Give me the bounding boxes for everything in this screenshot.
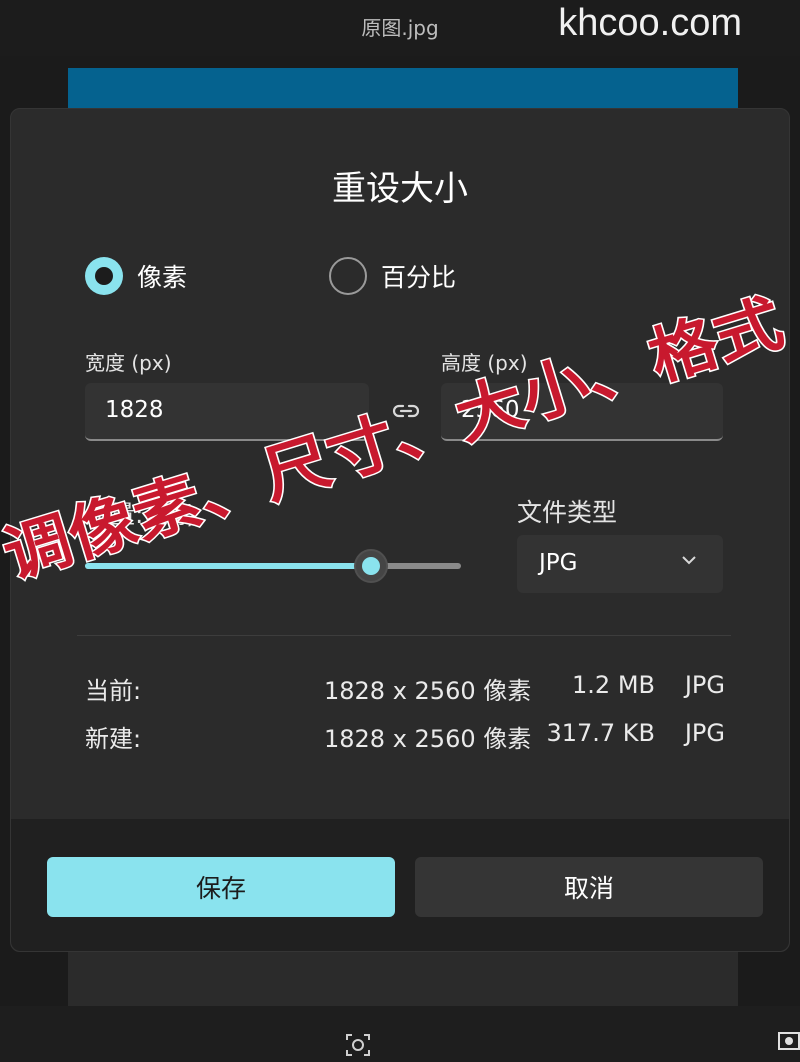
link-icon[interactable]: [391, 401, 421, 421]
image-preview-strip: [68, 68, 738, 112]
radio-percent[interactable]: 百分比: [329, 257, 456, 295]
quality-value: (高): [151, 500, 196, 529]
save-button[interactable]: 保存: [47, 857, 395, 917]
quality-label: 质量: (高): [85, 495, 196, 531]
height-label: 高度 (px): [441, 351, 528, 375]
new-format: JPG: [684, 719, 725, 747]
quality-slider[interactable]: [85, 549, 461, 583]
current-size: 1.2 MB: [572, 671, 655, 699]
quality-slider-thumb[interactable]: [353, 549, 388, 583]
radio-pixels[interactable]: 像素: [85, 257, 187, 295]
quality-label-text: 质量:: [85, 500, 144, 529]
radio-pixels-label: 像素: [137, 263, 188, 292]
filetype-selected-value: JPG: [539, 550, 578, 576]
bottom-toolbar: [0, 1006, 800, 1062]
new-info-row: 新建: 1828 x 2560 像素 317.7 KB JPG: [85, 719, 725, 753]
resize-dialog: 重设大小 像素 百分比 宽度 (px) 高度 (px) 1828 2560 质量…: [10, 108, 790, 952]
camera-icon[interactable]: [345, 1032, 371, 1058]
title-bar: 原图.jpg khcoo.com: [0, 0, 800, 56]
current-info-row: 当前: 1828 x 2560 像素 1.2 MB JPG: [85, 671, 725, 705]
height-input[interactable]: 2560: [441, 383, 723, 441]
screen-icon[interactable]: [778, 1030, 800, 1052]
new-size: 317.7 KB: [546, 719, 655, 747]
divider: [77, 635, 731, 636]
radio-unselected-indicator[interactable]: [329, 257, 367, 295]
width-input[interactable]: 1828: [85, 383, 369, 441]
cancel-button[interactable]: 取消: [415, 857, 763, 917]
new-dimensions: 1828 x 2560 像素: [324, 725, 532, 753]
radio-percent-label: 百分比: [381, 263, 457, 292]
current-dimensions: 1828 x 2560 像素: [324, 677, 532, 705]
watermark: khcoo.com: [558, 2, 742, 44]
filetype-label: 文件类型: [517, 498, 618, 527]
image-preview-bottom: [68, 944, 738, 1006]
current-label: 当前:: [85, 677, 142, 705]
width-label: 宽度 (px): [85, 351, 172, 375]
chevron-down-icon: [682, 556, 696, 565]
new-label: 新建:: [85, 725, 142, 753]
quality-slider-fill: [85, 563, 371, 569]
current-format: JPG: [684, 671, 725, 699]
radio-selected-indicator[interactable]: [85, 257, 123, 295]
dialog-title: 重设大小: [332, 169, 468, 209]
filetype-select[interactable]: JPG: [517, 535, 723, 593]
